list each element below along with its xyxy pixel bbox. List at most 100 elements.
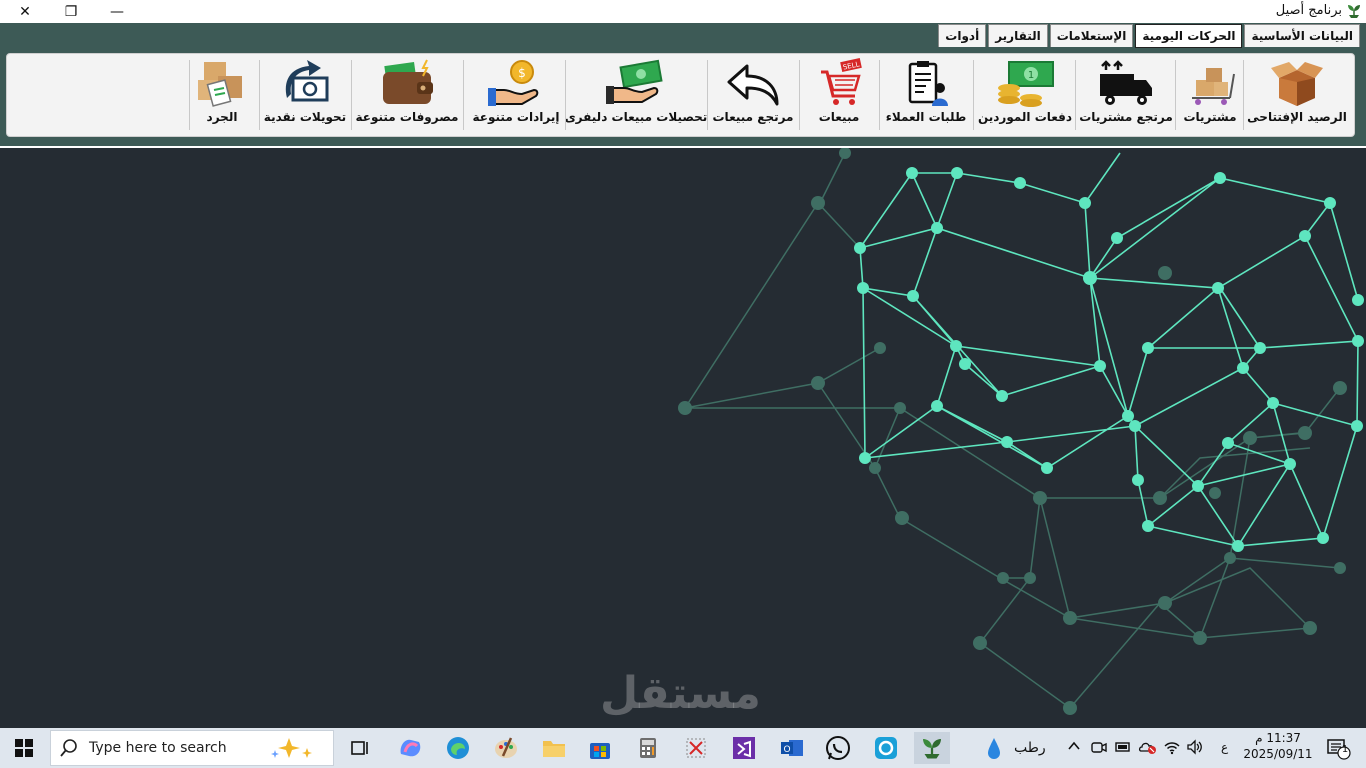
- clock-time: 11:37 م: [1255, 731, 1301, 745]
- search-placeholder: Type here to search: [89, 740, 227, 756]
- store-bag-icon: [590, 743, 610, 759]
- snipping-scissors-icon: [686, 738, 706, 758]
- camera-icon[interactable]: [1090, 738, 1108, 756]
- close-button[interactable]: ✕: [2, 0, 48, 23]
- sales-returns-label: مرتجع مبيعات: [712, 110, 794, 124]
- separator: [463, 60, 464, 130]
- battery-plug-icon[interactable]: [1114, 738, 1132, 756]
- clock-date: 2025/09/11: [1243, 747, 1313, 761]
- whatsapp-button[interactable]: [820, 732, 856, 764]
- misc-expenses-label: مصروفات متنوعة: [355, 110, 459, 124]
- copilot-icon: [400, 739, 421, 757]
- misc-expenses-button[interactable]: مصروفات متنوعة: [355, 58, 459, 132]
- boxes-cart-icon: [1192, 68, 1235, 105]
- tab-queries[interactable]: الإستعلامات: [1049, 24, 1134, 47]
- minimize-button[interactable]: —: [94, 0, 140, 23]
- calculator-icon: [640, 738, 656, 758]
- visual-studio-icon: [733, 737, 755, 759]
- store-button[interactable]: [582, 732, 618, 764]
- onedrive-blocked-icon[interactable]: [1138, 738, 1158, 756]
- separator: [189, 60, 190, 130]
- wifi-icon[interactable]: [1163, 738, 1181, 756]
- outlook-mail-icon: O: [781, 740, 803, 756]
- humidity-drop-icon: [988, 738, 1000, 759]
- open-box-icon: [1271, 62, 1323, 106]
- start-button[interactable]: [6, 732, 42, 764]
- inventory-label: الجرد: [206, 110, 238, 124]
- snipping-tool-button[interactable]: [678, 732, 714, 764]
- customer-orders-button[interactable]: طلبات العملاء: [883, 58, 969, 132]
- sync-app-button[interactable]: [868, 732, 904, 764]
- separator: [799, 60, 800, 130]
- separator: [1175, 60, 1176, 130]
- windows-logo-icon: [15, 739, 33, 757]
- hand-cash-icon: [606, 59, 663, 104]
- separator: [1075, 60, 1076, 130]
- chevron-up-icon[interactable]: [1067, 740, 1081, 752]
- task-view-icon: [351, 741, 368, 755]
- aseel-app-taskbar-button[interactable]: [914, 732, 950, 764]
- tab-reports[interactable]: التقارير: [988, 24, 1048, 47]
- tab-daily-transactions[interactable]: الحركات اليومية: [1135, 24, 1243, 48]
- ribbon-area: الرصيد الإفتتاحى مشتريات مرتجع مشتريات 1…: [0, 48, 1366, 146]
- delivery-truck-icon: [1100, 60, 1152, 105]
- copilot-button[interactable]: [392, 732, 428, 764]
- money-transfer-icon: [285, 60, 329, 102]
- inventory-button[interactable]: الجرد: [191, 58, 253, 132]
- taskbar-search-box[interactable]: Type here to search: [50, 730, 334, 766]
- svg-text:$: $: [518, 66, 526, 80]
- purchase-returns-button[interactable]: مرتجع مشتريات: [1079, 58, 1173, 132]
- delivery-collections-label: تحصيلات مبيعات دليفرى: [564, 110, 708, 124]
- cash-transfers-button[interactable]: تحويلات نقدية: [263, 58, 347, 132]
- edge-button[interactable]: [440, 732, 476, 764]
- menu-bar: البيانات الأساسية الحركات اليومية الإستع…: [0, 23, 1366, 48]
- edge-browser-icon: [447, 737, 469, 759]
- separator: [973, 60, 974, 130]
- tab-tools[interactable]: أدوات: [938, 24, 987, 47]
- delivery-collections-button[interactable]: تحصيلات مبيعات دليفرى: [565, 58, 707, 132]
- calculator-button[interactable]: [630, 732, 666, 764]
- input-language[interactable]: ع: [1221, 740, 1228, 754]
- notification-count: 1: [1341, 744, 1349, 755]
- visual-studio-button[interactable]: [726, 732, 762, 764]
- supplier-payments-label: دفعات الموردين: [977, 110, 1073, 124]
- task-view-button[interactable]: [342, 732, 378, 764]
- separator: [259, 60, 260, 130]
- tab-basic-data[interactable]: البيانات الأساسية: [1244, 24, 1360, 47]
- wallet-icon: [383, 59, 433, 104]
- clipboard-person-icon: [908, 61, 948, 106]
- whatsapp-icon: [826, 736, 850, 760]
- purchases-button[interactable]: مشتريات: [1179, 58, 1241, 132]
- sync-circle-icon: [875, 737, 897, 759]
- cash-transfers-label: تحويلات نقدية: [263, 110, 347, 124]
- supplier-payments-button[interactable]: 1 دفعات الموردين: [977, 58, 1073, 132]
- window-title: برنامج أصيل: [1275, 3, 1342, 18]
- paint-palette-icon: [495, 737, 517, 758]
- svg-text:1: 1: [1028, 70, 1034, 81]
- misc-revenues-button[interactable]: $ إيرادات متنوعة: [471, 58, 561, 132]
- file-explorer-button[interactable]: [536, 732, 572, 764]
- customer-orders-label: طلبات العملاء: [885, 110, 967, 124]
- volume-icon[interactable]: [1186, 738, 1204, 756]
- sales-button[interactable]: SELL مبيعات: [803, 58, 875, 132]
- ribbon-toolbar: الرصيد الإفتتاحى مشتريات مرتجع مشتريات 1…: [6, 53, 1355, 137]
- opening-balance-button[interactable]: الرصيد الإفتتاحى: [1245, 58, 1349, 132]
- paint-button[interactable]: [488, 732, 524, 764]
- return-arrow-icon: [727, 64, 779, 106]
- title-bar: ✕ ❐ — برنامج أصيل: [0, 0, 1366, 23]
- clock[interactable]: 11:37 م 2025/09/11: [1243, 730, 1313, 762]
- sales-returns-button[interactable]: مرتجع مبيعات: [711, 58, 795, 132]
- purchase-returns-label: مرتجع مشتريات: [1079, 110, 1173, 124]
- misc-revenues-label: إيرادات متنوعة: [472, 110, 560, 124]
- separator: [879, 60, 880, 130]
- separator: [351, 60, 352, 130]
- weather-text[interactable]: رطب: [1014, 740, 1046, 756]
- inventory-boxes-icon: [198, 62, 242, 107]
- purchases-label: مشتريات: [1183, 110, 1237, 124]
- separator: [1243, 60, 1244, 130]
- cash-coins-icon: 1: [998, 61, 1054, 107]
- folder-icon: [543, 741, 565, 757]
- outlook-button[interactable]: O: [774, 732, 810, 764]
- maximize-button[interactable]: ❐: [48, 0, 94, 23]
- notification-center-button[interactable]: 1: [1320, 732, 1356, 764]
